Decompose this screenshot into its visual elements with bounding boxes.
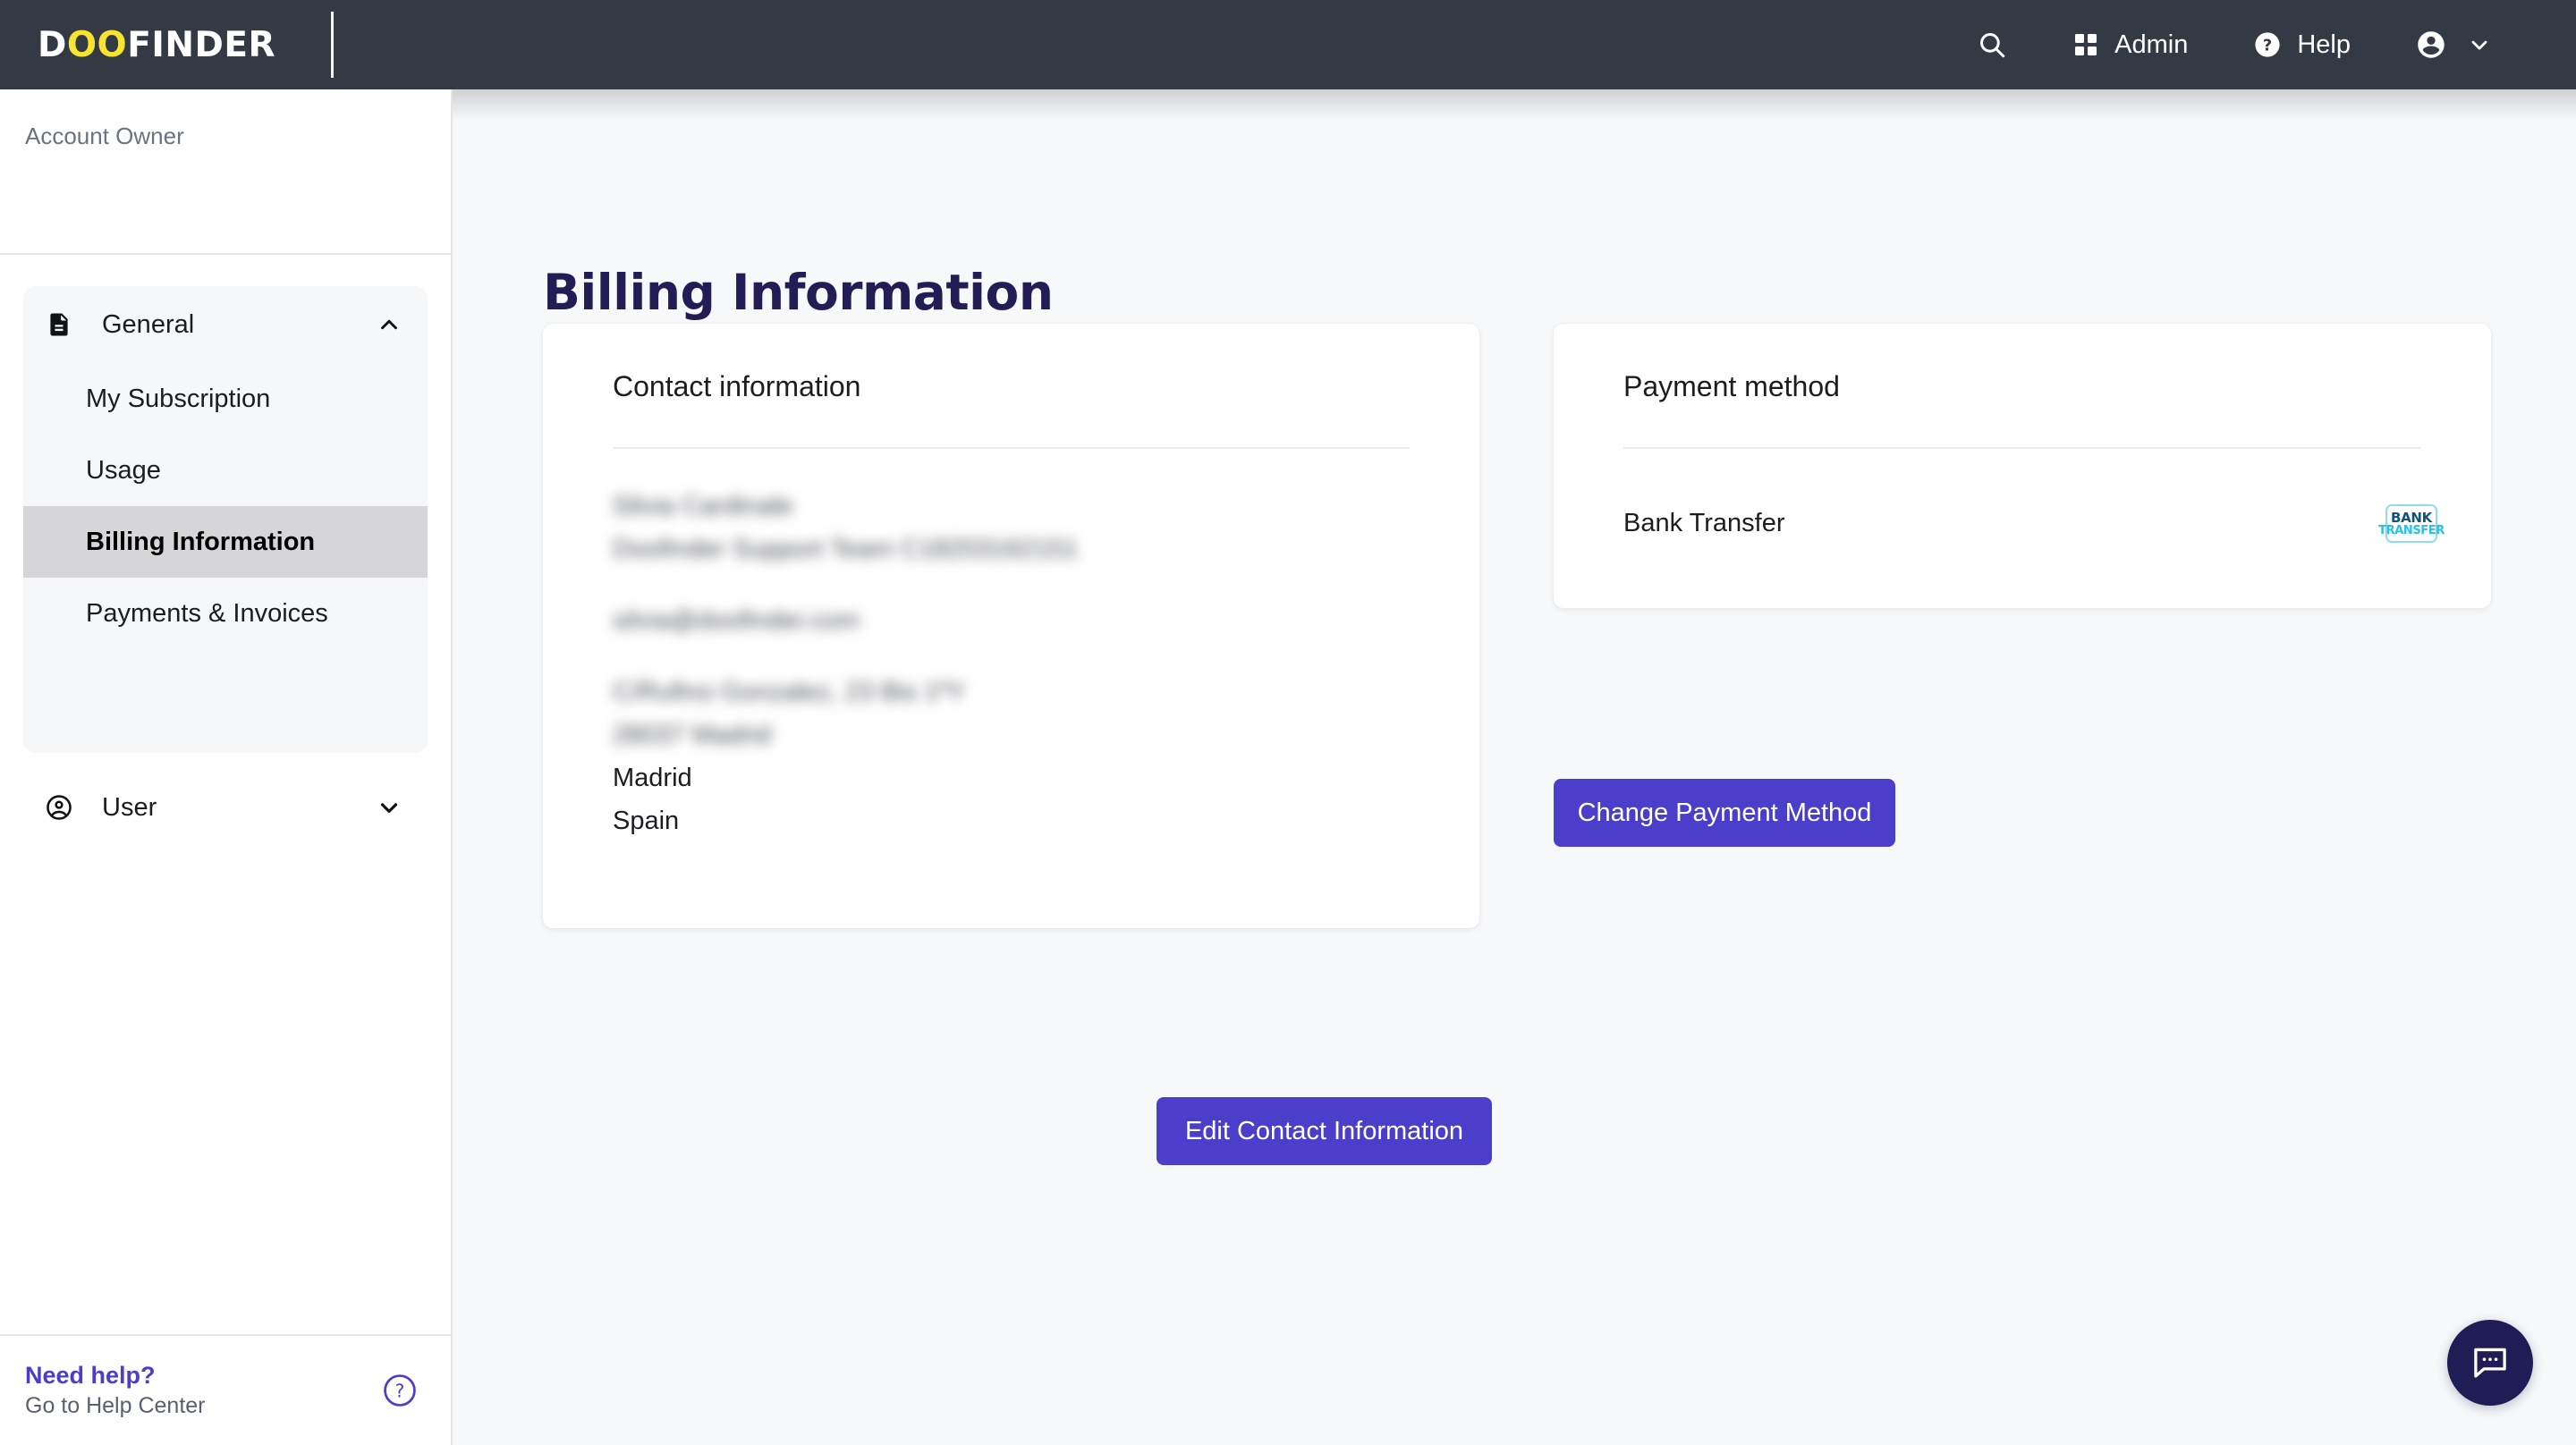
- payment-method-card: Payment method Bank Transfer BANK TRANSF…: [1554, 324, 2491, 608]
- chevron-down-icon: [2467, 32, 2492, 57]
- edit-contact-information-button[interactable]: Edit Contact Information: [1157, 1097, 1492, 1165]
- payment-method-row: Bank Transfer BANK TRANSFER: [1623, 504, 2445, 543]
- main-content: Billing Information Contact information …: [453, 89, 2576, 1445]
- logo-text-oo: OO: [66, 24, 128, 65]
- sidebar-group-general-items: My Subscription Usage Billing Informatio…: [23, 363, 428, 753]
- document-icon: [45, 310, 80, 339]
- contact-line-email: silvia@doofinder.com: [613, 606, 860, 635]
- sidebar-group-user-header[interactable]: User: [23, 769, 428, 846]
- sidebar-account-section: Account Owner: [0, 89, 451, 255]
- sidebar-group-general-header[interactable]: General: [23, 286, 428, 363]
- doofinder-logo[interactable]: DOOFINDER: [38, 28, 275, 63]
- contact-line-city: Madrid: [613, 764, 692, 792]
- contact-line-country: Spain: [613, 807, 680, 835]
- sidebar-group-general-label: General: [102, 309, 195, 339]
- contact-line-postal: 28037 Madrid: [613, 721, 772, 749]
- sidebar-item-payments-invoices[interactable]: Payments & Invoices: [23, 578, 428, 649]
- question-circle-icon: ?: [2252, 30, 2283, 60]
- contact-gap-1: [613, 570, 1426, 599]
- chat-bubble-icon: [2470, 1342, 2511, 1383]
- help-button[interactable]: ? Help: [2220, 0, 2383, 89]
- contact-line-street: C/Rufino Gonzalez, 23 Bis 1ºY: [613, 678, 966, 706]
- account-circle-icon: [2415, 29, 2447, 61]
- help-footer-title: Need help?: [25, 1362, 156, 1389]
- contact-card-divider: [613, 447, 1410, 449]
- svg-text:?: ?: [395, 1381, 405, 1402]
- sidebar: Account Owner General My Subscription Us…: [0, 89, 453, 1445]
- contact-card-title: Contact information: [613, 370, 861, 402]
- contact-line-company: Doofinder Support Team C18203162151: [613, 535, 1079, 563]
- svg-text:?: ?: [2263, 38, 2272, 55]
- sidebar-group-user: User: [23, 769, 428, 846]
- sidebar-group-spacer: [23, 649, 428, 735]
- help-footer-subtitle: Go to Help Center: [25, 1393, 206, 1418]
- contact-details-list: Silvia Cardinale Doofinder Support Team …: [613, 485, 1426, 842]
- bank-badge-line1: BANK: [2390, 509, 2433, 526]
- admin-button[interactable]: Admin: [2039, 0, 2220, 89]
- logo-text-part1: D: [38, 24, 67, 65]
- bank-badge-line2: TRANSFER: [2378, 523, 2445, 537]
- contact-line-name: Silvia Cardinale: [613, 492, 793, 520]
- user-menu-button[interactable]: [2383, 0, 2524, 89]
- chat-support-button[interactable]: [2447, 1320, 2533, 1406]
- sidebar-help-footer[interactable]: Need help? Go to Help Center ?: [0, 1334, 451, 1445]
- page-title: Billing Information: [543, 264, 1054, 321]
- sidebar-group-general: General My Subscription Usage Billing In…: [23, 286, 428, 753]
- payment-method-name: Bank Transfer: [1623, 509, 1785, 537]
- contact-gap-2: [613, 642, 1426, 671]
- account-owner-label: Account Owner: [25, 123, 184, 149]
- admin-label: Admin: [2114, 30, 2189, 59]
- help-footer-texts: Need help? Go to Help Center: [25, 1362, 206, 1419]
- sidebar-navigation: General My Subscription Usage Billing In…: [0, 255, 451, 1334]
- grid-icon: [2072, 30, 2100, 59]
- chevron-up-icon[interactable]: [376, 311, 402, 338]
- chevron-down-icon[interactable]: [376, 794, 402, 821]
- sidebar-item-usage[interactable]: Usage: [23, 435, 428, 506]
- sidebar-group-user-label: User: [102, 792, 157, 822]
- bank-transfer-icon: BANK TRANSFER: [2378, 504, 2445, 543]
- change-payment-method-button[interactable]: Change Payment Method: [1554, 779, 1895, 847]
- contact-information-card: Contact information Silvia Cardinale Doo…: [543, 324, 1479, 928]
- header-shadow: [453, 89, 2576, 120]
- question-circle-outline-icon[interactable]: ?: [381, 1372, 419, 1409]
- account-circle-icon: [45, 793, 80, 822]
- sidebar-item-billing-information[interactable]: Billing Information: [23, 506, 428, 578]
- sidebar-item-my-subscription[interactable]: My Subscription: [23, 363, 428, 435]
- payment-card-title: Payment method: [1623, 370, 1840, 402]
- header-divider: [331, 12, 335, 78]
- search-button[interactable]: [1945, 0, 2039, 89]
- top-header-bar: DOOFINDER Admin ? Help: [0, 0, 2576, 89]
- header-actions: Admin ? Help: [1945, 0, 2524, 89]
- help-label: Help: [2297, 30, 2351, 59]
- search-icon: [1977, 30, 2007, 60]
- logo-text-part2: FINDER: [127, 24, 276, 65]
- payment-card-divider: [1623, 447, 2421, 449]
